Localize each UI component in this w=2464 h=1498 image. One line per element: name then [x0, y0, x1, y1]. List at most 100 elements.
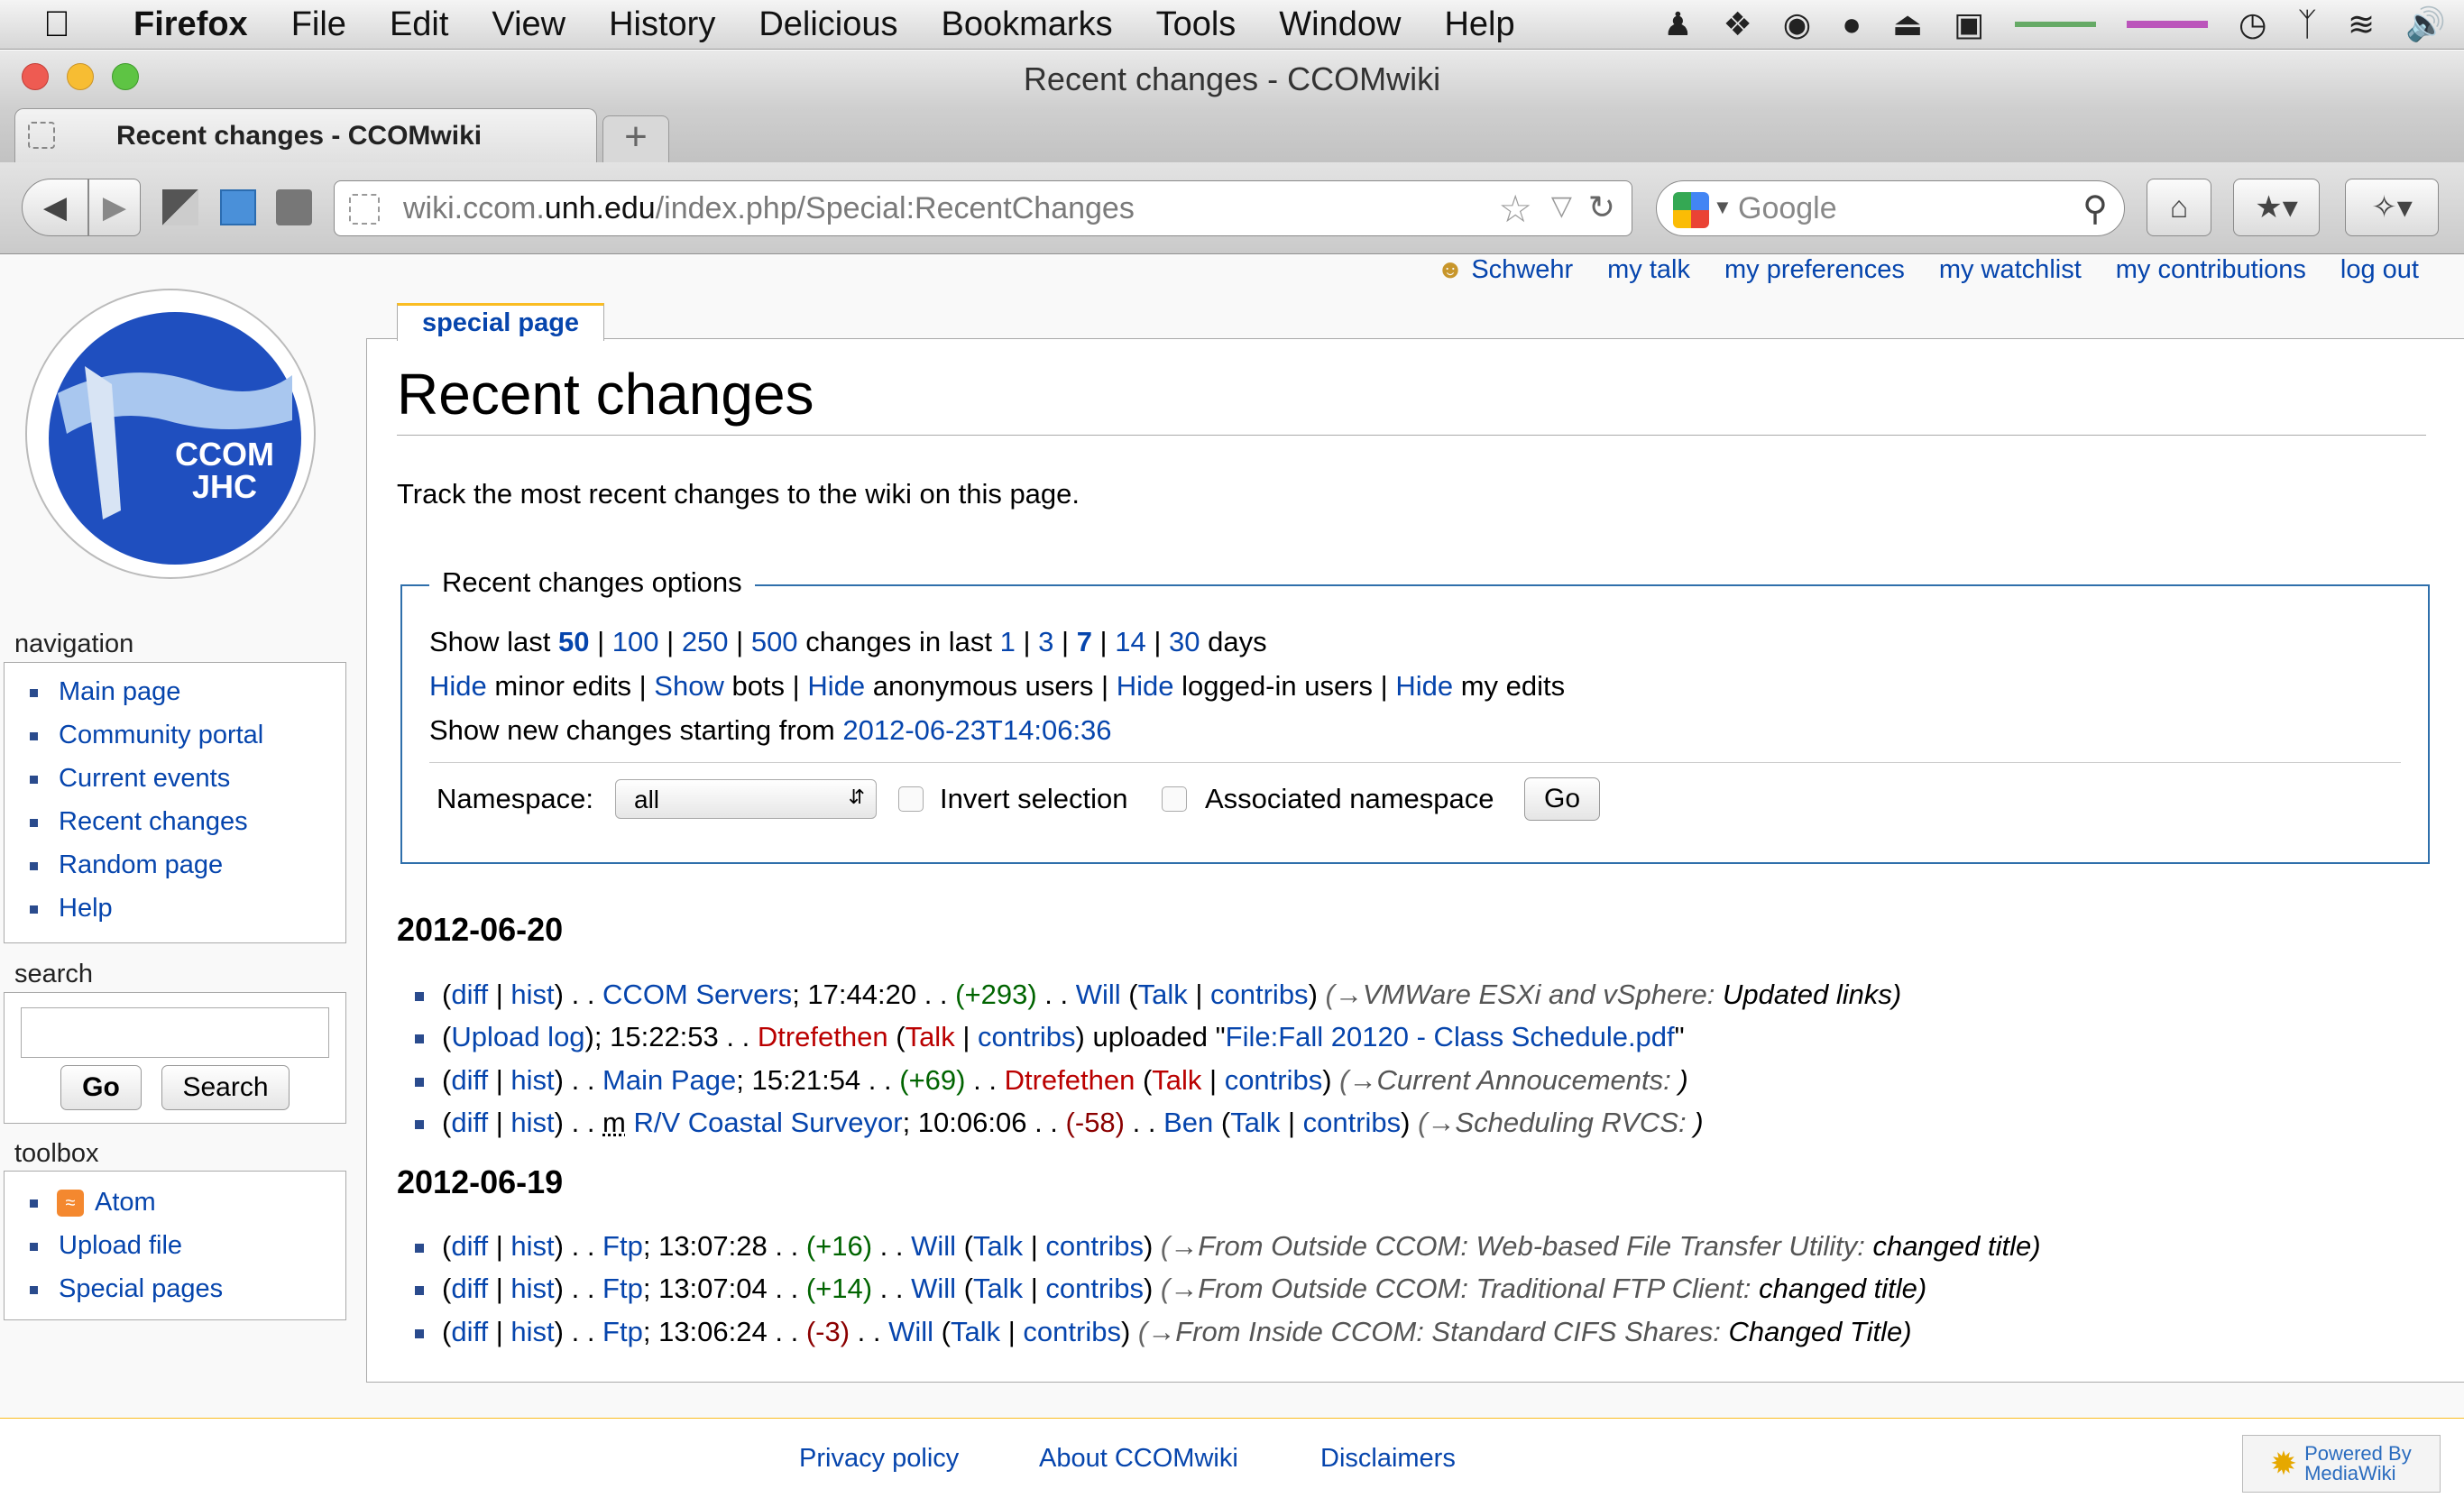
reload-icon[interactable]: ↻: [1588, 188, 1615, 226]
google-icon[interactable]: [1673, 192, 1709, 228]
forward-button[interactable]: ▶: [88, 179, 141, 236]
hist-link[interactable]: hist: [510, 1064, 554, 1096]
page-link[interactable]: Ftp: [602, 1273, 643, 1304]
delicious-bookmark-icon[interactable]: [162, 189, 198, 225]
engine-dropdown-icon[interactable]: ▼: [1713, 196, 1733, 219]
hist-link[interactable]: hist: [510, 1273, 554, 1304]
menu-tools[interactable]: Tools: [1156, 5, 1237, 44]
menu-help[interactable]: Help: [1444, 5, 1514, 44]
hide-loggedin-link[interactable]: Hide: [1117, 670, 1174, 702]
days-1-link[interactable]: 1: [1000, 626, 1016, 657]
talk-link[interactable]: Talk: [1138, 979, 1188, 1010]
tab-recent-changes[interactable]: Recent changes - CCOMwiki: [14, 108, 597, 162]
diff-link[interactable]: diff: [451, 1064, 488, 1096]
volume-icon[interactable]: 🔊: [2405, 5, 2446, 43]
sidebar-item-community-portal[interactable]: Community portal: [5, 713, 345, 757]
back-button[interactable]: ◀: [22, 179, 88, 236]
invert-selection-checkbox[interactable]: [898, 786, 924, 812]
home-button[interactable]: ⌂: [2147, 179, 2211, 236]
search-icon[interactable]: ⚲: [2082, 188, 2108, 229]
namespace-select[interactable]: all ⇵: [615, 779, 877, 819]
days-14-link[interactable]: 14: [1115, 626, 1145, 657]
hide-anon-link[interactable]: Hide: [807, 670, 865, 702]
page-link[interactable]: Ftp: [602, 1316, 643, 1347]
menu-app-firefox[interactable]: Firefox: [133, 5, 248, 44]
menu-view[interactable]: View: [492, 5, 565, 44]
diff-link[interactable]: diff: [451, 1107, 488, 1138]
dropbox-icon[interactable]: ❖: [1723, 5, 1751, 43]
days-3-link[interactable]: 3: [1038, 626, 1053, 657]
users-icon[interactable]: ♟: [1663, 5, 1692, 43]
sidebar-go-button[interactable]: Go: [60, 1065, 142, 1110]
section-link[interactable]: →From Outside CCOM: Web-based File Trans…: [1170, 1230, 1865, 1262]
apple-icon[interactable]: : [43, 5, 97, 45]
hist-link[interactable]: hist: [510, 979, 554, 1010]
sidebar-item-recent-changes[interactable]: Recent changes: [5, 800, 345, 843]
contribs-link[interactable]: contribs: [978, 1021, 1076, 1052]
user-name[interactable]: Schwehr: [1471, 255, 1573, 284]
clipboard-icon[interactable]: [276, 189, 312, 225]
user-link[interactable]: Will: [888, 1316, 933, 1347]
associated-namespace-checkbox[interactable]: [1162, 786, 1187, 812]
time-machine-icon[interactable]: ◷: [2239, 5, 2266, 43]
contribs-link[interactable]: contribs: [1210, 979, 1309, 1010]
disclaimers-link[interactable]: Disclaimers: [1320, 1444, 1456, 1474]
show-bots-link[interactable]: Show: [654, 670, 724, 702]
contribs-link[interactable]: contribs: [1023, 1316, 1121, 1347]
section-link[interactable]: →From Inside CCOM: Standard CIFS Shares:: [1147, 1316, 1721, 1347]
user-link[interactable]: Will: [911, 1230, 956, 1262]
user-link[interactable]: Will: [911, 1273, 956, 1304]
site-identity-icon[interactable]: [349, 194, 380, 225]
my-watchlist-link[interactable]: my watchlist: [1939, 255, 2082, 285]
zoom-window-button[interactable]: [112, 63, 139, 90]
menu-file[interactable]: File: [291, 5, 346, 44]
bluetooth-icon[interactable]: ᛉ: [2297, 5, 2317, 43]
diff-link[interactable]: diff: [451, 1316, 488, 1347]
delicious-tag-icon[interactable]: [220, 189, 256, 225]
hide-minor-link[interactable]: Hide: [429, 670, 487, 702]
tab-special-page[interactable]: special page: [397, 303, 604, 341]
my-talk-link[interactable]: my talk: [1607, 255, 1690, 285]
close-window-button[interactable]: [22, 63, 49, 90]
talk-link[interactable]: Talk: [951, 1316, 1000, 1347]
display-icon[interactable]: ▣: [1954, 5, 1984, 43]
page-link[interactable]: Ftp: [602, 1230, 643, 1262]
sidebar-item-atom[interactable]: ≈ Atom: [5, 1181, 345, 1224]
privacy-policy-link[interactable]: Privacy policy: [799, 1444, 959, 1474]
talk-link[interactable]: Talk: [1230, 1107, 1280, 1138]
hist-link[interactable]: hist: [510, 1316, 554, 1347]
section-link[interactable]: →VMWare ESXi and vSphere:: [1335, 979, 1715, 1010]
site-logo[interactable]: CCOM JHC: [22, 285, 319, 583]
history-dropdown-icon[interactable]: ▽: [1551, 190, 1572, 222]
menu-window[interactable]: Window: [1279, 5, 1401, 44]
menu-history[interactable]: History: [609, 5, 715, 44]
hist-link[interactable]: hist: [510, 1230, 554, 1262]
sidebar-item-help[interactable]: Help: [5, 887, 345, 930]
days-7-link[interactable]: 7: [1077, 626, 1092, 657]
section-link[interactable]: →Current Annoucements:: [1349, 1064, 1671, 1096]
limit-50-link[interactable]: 50: [558, 626, 589, 657]
user-link[interactable]: Ben: [1163, 1107, 1213, 1138]
about-link[interactable]: About CCOMwiki: [1039, 1444, 1238, 1474]
sidebar-item-random-page[interactable]: Random page: [5, 843, 345, 887]
limit-100-link[interactable]: 100: [612, 626, 659, 657]
log-out-link[interactable]: log out: [2340, 255, 2419, 285]
limit-500-link[interactable]: 500: [751, 626, 798, 657]
diff-link[interactable]: diff: [451, 1230, 488, 1262]
talk-link[interactable]: Talk: [1152, 1064, 1201, 1096]
diff-link[interactable]: diff: [451, 1273, 488, 1304]
log-link[interactable]: Upload log: [451, 1021, 584, 1052]
bookmark-star-icon[interactable]: ☆: [1498, 187, 1532, 231]
days-30-link[interactable]: 30: [1169, 626, 1200, 657]
talk-link[interactable]: Talk: [906, 1021, 955, 1052]
url-bar[interactable]: wiki.ccom. unh.edu/index.php/Special:Rece…: [334, 180, 1632, 236]
bookmarks-menu-button[interactable]: ★▾: [2233, 179, 2320, 236]
namespace-go-button[interactable]: Go: [1524, 777, 1600, 821]
eject-icon[interactable]: ⏏: [1892, 5, 1923, 43]
menu-delicious[interactable]: Delicious: [759, 5, 897, 44]
sidebar-search-input[interactable]: [21, 1007, 329, 1058]
sidebar-item-main-page[interactable]: Main page: [5, 670, 345, 713]
from-date-link[interactable]: 2012-06-23T14:06:36: [842, 714, 1111, 746]
hist-link[interactable]: hist: [510, 1107, 554, 1138]
my-preferences-link[interactable]: my preferences: [1724, 255, 1905, 285]
